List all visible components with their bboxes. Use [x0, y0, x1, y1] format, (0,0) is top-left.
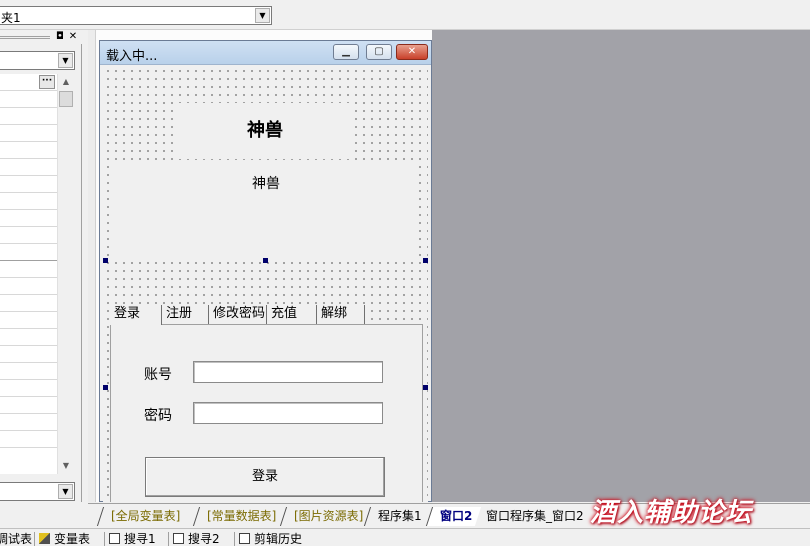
- selection-handle[interactable]: [263, 258, 268, 263]
- designer-ruler: [88, 30, 96, 502]
- account-input[interactable]: [193, 361, 383, 383]
- scroll-down-icon[interactable]: ▼: [58, 458, 74, 474]
- banner-subtitle-label[interactable]: 神兽: [111, 163, 417, 258]
- pin-icon[interactable]: ◘: [54, 31, 66, 43]
- property-row[interactable]: [0, 227, 57, 244]
- document-tab-label: [全局变量表]: [111, 509, 181, 523]
- property-row[interactable]: [0, 346, 57, 363]
- property-row[interactable]: [0, 329, 57, 346]
- scroll-thumb[interactable]: [59, 91, 73, 107]
- ellipsis-button[interactable]: ···: [39, 75, 55, 89]
- property-grid[interactable]: [0, 74, 57, 474]
- top-toolbar: 夹1 ▼: [0, 0, 810, 30]
- document-tab-label: 程序集1: [378, 509, 422, 523]
- tool-tab-label: 搜寻2: [188, 532, 220, 546]
- property-row[interactable]: [0, 159, 57, 176]
- property-row[interactable]: [0, 193, 57, 210]
- chevron-down-icon[interactable]: ▼: [255, 8, 270, 23]
- banner-subtitle: 神兽: [252, 176, 280, 192]
- login-button[interactable]: 登录: [145, 457, 385, 497]
- minimize-icon[interactable]: ▁: [333, 44, 359, 60]
- selection-handle[interactable]: [423, 258, 428, 263]
- tool-tab-label: 剪辑历史: [254, 532, 303, 546]
- selection-handle[interactable]: [103, 258, 108, 263]
- form-title-bar[interactable]: 载入中... ▁ ▢ ✕: [100, 41, 431, 65]
- property-row[interactable]: [0, 91, 57, 108]
- property-row[interactable]: [0, 210, 57, 227]
- form-title: 载入中...: [106, 49, 158, 64]
- tool-tab[interactable]: 搜寻1: [104, 532, 156, 546]
- object-combo-value: 夹1: [1, 11, 21, 25]
- doc-icon: [239, 533, 250, 544]
- form-client-area: 神兽 神兽 登录 注册 修改密码 充值 解绑 账号 密码 登录: [103, 66, 428, 502]
- password-label: 密码: [144, 408, 172, 424]
- component-combo[interactable]: ▼: [0, 51, 75, 70]
- banner-title-label[interactable]: 神兽: [177, 103, 353, 159]
- property-row[interactable]: [0, 261, 57, 278]
- property-row[interactable]: [0, 431, 57, 448]
- tool-tab[interactable]: 调试表: [0, 532, 32, 546]
- property-row[interactable]: [0, 278, 57, 295]
- document-tab[interactable]: 程序集1: [363, 507, 431, 526]
- panel-grip[interactable]: [0, 36, 50, 39]
- tool-tab[interactable]: 搜寻2: [168, 532, 220, 546]
- property-row[interactable]: [0, 295, 57, 312]
- maximize-icon[interactable]: ▢: [366, 44, 392, 60]
- password-input[interactable]: [193, 402, 383, 424]
- tool-tab-label: 变量表: [54, 532, 91, 546]
- property-row[interactable]: [0, 108, 57, 125]
- tab-4[interactable]: 解绑: [317, 305, 365, 324]
- variable-icon: [39, 533, 50, 544]
- chevron-down-icon[interactable]: ▼: [58, 53, 73, 68]
- doc-icon: [173, 533, 184, 544]
- property-row[interactable]: [0, 312, 57, 329]
- account-label: 账号: [144, 367, 172, 383]
- tab-3[interactable]: 充值: [267, 305, 317, 324]
- doc-icon: [109, 533, 120, 544]
- tab-0[interactable]: 登录: [110, 305, 162, 325]
- scroll-up-icon[interactable]: ▲: [58, 74, 74, 90]
- tab-page-login: 账号 密码 登录: [110, 324, 423, 502]
- property-panel-header: ◘ ✕: [0, 30, 82, 44]
- property-row[interactable]: [0, 176, 57, 193]
- document-tab-label: [图片资源表]: [294, 509, 364, 523]
- document-tab-label: 窗口程序集_窗口2: [486, 509, 584, 523]
- property-row[interactable]: [0, 380, 57, 397]
- tool-tab[interactable]: 剪辑历史: [234, 532, 302, 546]
- property-row[interactable]: [0, 414, 57, 431]
- tab-1[interactable]: 注册: [162, 305, 209, 324]
- close-icon[interactable]: ✕: [396, 44, 428, 60]
- chevron-down-icon[interactable]: ▼: [58, 484, 73, 499]
- event-combo[interactable]: ▼: [0, 482, 75, 501]
- property-scrollbar[interactable]: ▲ ▼: [57, 74, 74, 474]
- document-tab-label: [常量数据表]: [207, 509, 277, 523]
- property-row[interactable]: [0, 363, 57, 380]
- tab-strip[interactable]: 登录 注册 修改密码 充值 解绑: [110, 305, 430, 325]
- property-panel: ◘ ✕ ▼ ··· ▲ ▼ ▼: [0, 30, 82, 502]
- property-row[interactable]: [0, 125, 57, 142]
- watermark: 酒入辅助论坛: [590, 498, 753, 528]
- object-combo[interactable]: 夹1 ▼: [0, 6, 272, 25]
- property-row[interactable]: [0, 142, 57, 159]
- document-tab[interactable]: [全局变量表]: [96, 507, 190, 526]
- tool-tab-label: 调试表: [0, 532, 33, 546]
- document-tab[interactable]: [图片资源表]: [279, 507, 373, 526]
- document-tab[interactable]: 窗口2: [425, 507, 482, 526]
- property-row[interactable]: [0, 244, 57, 261]
- property-row[interactable]: [0, 397, 57, 414]
- selection-handle[interactable]: [423, 385, 428, 390]
- tab-2[interactable]: 修改密码: [209, 305, 267, 324]
- selection-handle[interactable]: [103, 385, 108, 390]
- tool-tab[interactable]: 变量表: [34, 532, 90, 546]
- document-tab[interactable]: 窗口程序集_窗口2: [471, 507, 593, 526]
- banner-title: 神兽: [247, 120, 283, 141]
- close-icon[interactable]: ✕: [67, 31, 79, 43]
- form-window[interactable]: 载入中... ▁ ▢ ✕ 神兽 神兽 登录 注册 修改密码 充值 解绑 账号 密码 登录: [99, 40, 432, 502]
- tool-tab-label: 搜寻1: [124, 532, 156, 546]
- document-tab[interactable]: [常量数据表]: [192, 507, 286, 526]
- document-tab-label: 窗口2: [440, 509, 473, 523]
